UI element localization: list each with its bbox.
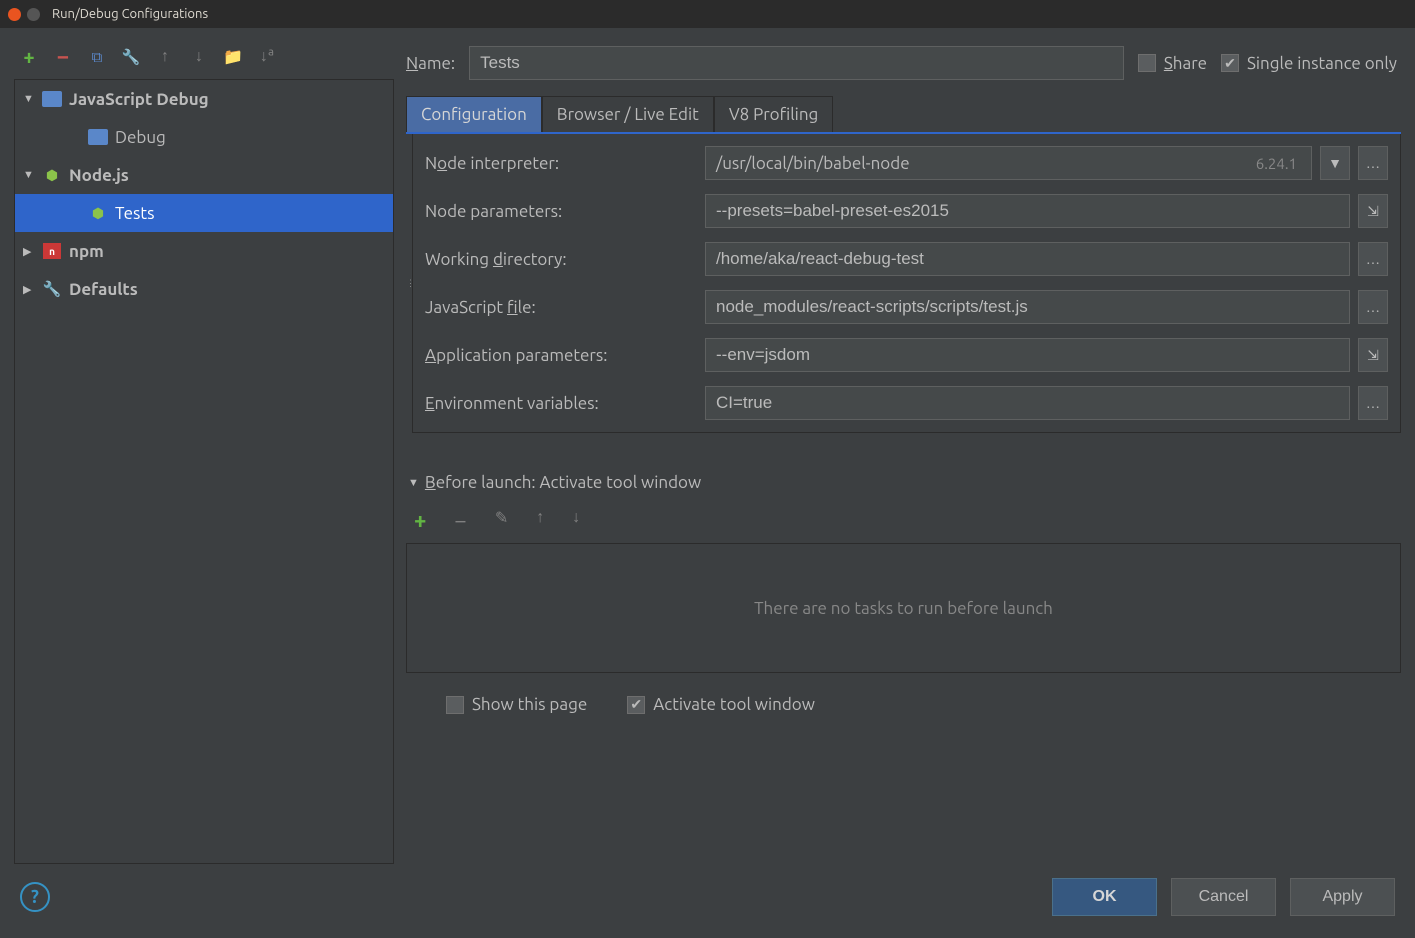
sort-button[interactable]: ↓ª [258,47,276,66]
ok-button[interactable]: OK [1052,878,1157,916]
wrench-icon: 🔧 [41,280,63,298]
environment-variables-input[interactable] [705,386,1350,420]
single-instance-checkbox[interactable]: ✔ Single instance only [1221,54,1397,73]
config-toolbar: + − ⧉ 🔧 ↑ ↓ 📁 ↓ª [14,40,394,79]
activate-tool-window-checkbox[interactable]: ✔ Activate tool window [627,695,815,714]
tab-browser-live-edit[interactable]: Browser / Live Edit [542,96,714,132]
npm-icon: n [41,242,63,260]
before-launch-section: ▼ Before launch: Activate tool window + … [406,467,1401,724]
checkbox-icon: ✔ [1221,54,1239,72]
right-panel: Name: Share ✔ Single instance only Confi… [406,40,1401,864]
tree-item-defaults[interactable]: ▶ 🔧 Defaults [15,270,393,308]
tab-content: Node interpreter: /usr/local/bin/babel-n… [412,134,1401,433]
before-launch-toolbar: + − ✎ ↑ ↓ [406,498,1401,543]
before-launch-list: There are no tasks to run before launch [406,543,1401,673]
name-label: Name: [406,54,455,73]
application-parameters-input[interactable] [705,338,1350,372]
remove-task-button[interactable]: − [454,508,466,533]
add-config-button[interactable]: + [20,45,38,68]
node-parameters-label: Node parameters: [425,202,705,221]
browse-button[interactable]: … [1358,146,1388,180]
left-panel: + − ⧉ 🔧 ↑ ↓ 📁 ↓ª ▼ JavaScript Debug Debu… [14,40,394,864]
edit-task-button[interactable]: ✎ [495,508,508,533]
window-title: Run/Debug Configurations [52,7,208,21]
add-task-button[interactable]: + [414,508,426,533]
config-tree: ▼ JavaScript Debug Debug ▼ ⬢ Node.js ⬢ T… [14,79,394,864]
move-up-button[interactable]: ↑ [156,47,174,66]
jsdebug-icon [87,128,109,146]
name-row: Name: Share ✔ Single instance only [406,40,1401,96]
copy-config-button[interactable]: ⧉ [88,48,106,66]
empty-tasks-label: There are no tasks to run before launch [754,599,1053,618]
dialog-footer: ? OK Cancel Apply [0,864,1415,938]
checkbox-icon [1138,54,1156,72]
chevron-right-icon: ▶ [23,245,41,258]
tree-item-debug[interactable]: Debug [15,118,393,156]
browse-button[interactable]: … [1358,242,1388,276]
node-interpreter-field[interactable]: /usr/local/bin/babel-node 6.24.1 [705,146,1312,180]
browse-button[interactable]: … [1358,290,1388,324]
expand-button[interactable]: ⇲ [1358,194,1388,228]
window-minimize-icon[interactable] [27,8,40,21]
tree-item-jsdebug[interactable]: ▼ JavaScript Debug [15,80,393,118]
move-down-button[interactable]: ↓ [190,47,208,66]
version-badge: 6.24.1 [1256,155,1297,172]
help-button[interactable]: ? [20,882,50,912]
dropdown-button[interactable]: ▼ [1320,146,1350,180]
javascript-file-input[interactable] [705,290,1350,324]
apply-button[interactable]: Apply [1290,878,1395,916]
share-checkbox[interactable]: Share [1138,54,1207,73]
chevron-down-icon: ▼ [408,477,419,489]
move-task-up-button[interactable]: ↑ [536,508,544,533]
folder-button[interactable]: 📁 [224,47,242,66]
before-launch-header[interactable]: ▼ Before launch: Activate tool window [406,467,1401,498]
browse-button[interactable]: … [1358,386,1388,420]
cancel-button[interactable]: Cancel [1171,878,1276,916]
node-parameters-input[interactable] [705,194,1350,228]
tree-item-nodejs[interactable]: ▼ ⬢ Node.js [15,156,393,194]
checkbox-icon: ✔ [627,696,645,714]
tree-item-tests[interactable]: ⬢ Tests [15,194,393,232]
javascript-file-label: JavaScript file: [425,298,705,317]
expand-button[interactable]: ⇲ [1358,338,1388,372]
titlebar: Run/Debug Configurations [0,0,1415,28]
environment-variables-label: Environment variables: [425,394,705,413]
working-directory-input[interactable] [705,242,1350,276]
tab-v8-profiling[interactable]: V8 Profiling [714,96,834,132]
checkbox-icon [446,696,464,714]
nodejs-icon: ⬢ [41,166,63,184]
tab-configuration[interactable]: Configuration [406,96,542,132]
chevron-down-icon: ▼ [23,93,41,105]
chevron-down-icon: ▼ [23,169,41,181]
name-input[interactable] [469,46,1124,80]
remove-config-button[interactable]: − [54,44,72,69]
window-close-icon[interactable] [8,8,21,21]
move-task-down-button[interactable]: ↓ [572,508,580,533]
nodejs-icon: ⬢ [87,204,109,222]
application-parameters-label: Application parameters: [425,346,705,365]
chevron-right-icon: ▶ [23,283,41,296]
tabs: Configuration Browser / Live Edit V8 Pro… [406,96,1401,134]
jsdebug-icon [41,90,63,108]
edit-templates-button[interactable]: 🔧 [122,48,140,66]
tree-item-npm[interactable]: ▶ n npm [15,232,393,270]
node-interpreter-label: Node interpreter: [425,154,705,173]
working-directory-label: Working directory: [425,250,705,269]
show-this-page-checkbox[interactable]: Show this page [446,695,587,714]
